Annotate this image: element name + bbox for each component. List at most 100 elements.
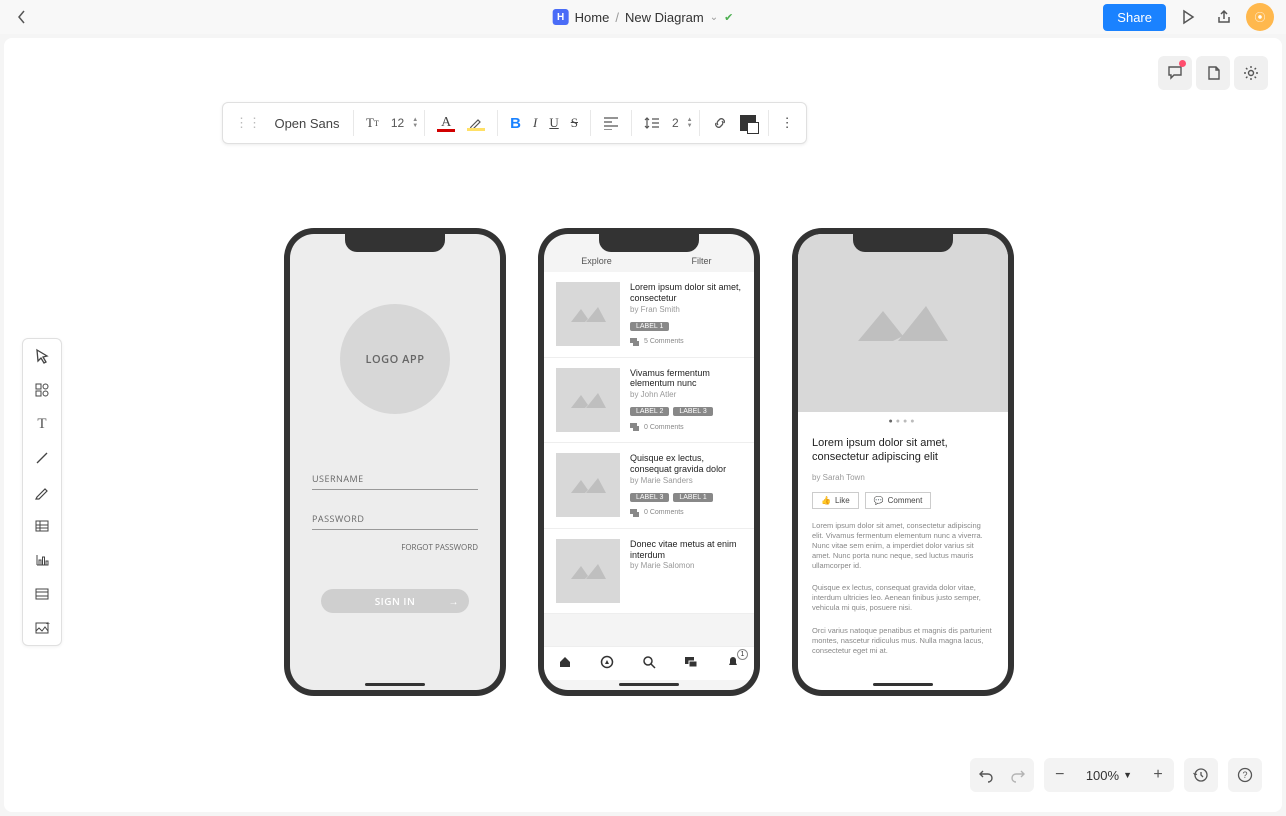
feed-comments: 0 Comments <box>630 508 742 518</box>
canvas-tools-panel <box>1158 56 1268 90</box>
feed-thumbnail <box>556 282 620 346</box>
app-logo-icon: H <box>553 9 569 25</box>
nav-chat-icon <box>684 655 698 672</box>
detail-para-3: Orci varius natoque penatibus et magnis … <box>812 626 994 656</box>
forgot-password-link: FORGOT PASSWORD <box>312 542 478 553</box>
phone-frame-detail[interactable]: ●●●● Lorem ipsum dolor sit amet, consect… <box>792 228 1014 696</box>
feed-thumbnail <box>556 453 620 517</box>
shape-tools-panel: T + <box>22 338 62 646</box>
svg-text:?: ? <box>1242 770 1247 780</box>
chevron-down-icon[interactable]: ⌄ <box>710 12 718 23</box>
detail-hero-image <box>798 234 1008 412</box>
chevron-down-icon: ▼ <box>1123 770 1132 780</box>
logo-placeholder: LOGO APP <box>340 304 450 414</box>
user-avatar[interactable]: ⦿ <box>1246 3 1274 31</box>
phone-frame-login[interactable]: LOGO APP USERNAME PASSWORD FORGOT PASSWO… <box>284 228 506 696</box>
tab-explore: Explore <box>544 256 649 266</box>
canvas[interactable]: ⋮⋮ Open Sans TT 12 ▲▼ A B I U S 2 ▲▼ <box>4 38 1282 812</box>
share-button[interactable]: Share <box>1103 4 1166 31</box>
feed-label: LABEL 1 <box>673 493 712 502</box>
table-tool-icon[interactable] <box>23 509 61 543</box>
nav-explore-icon <box>600 655 614 672</box>
carousel-dots: ●●●● <box>798 412 1008 431</box>
help-button[interactable]: ? <box>1228 758 1262 792</box>
nav-bell-icon: 1 <box>726 655 740 672</box>
settings-gear-icon[interactable] <box>1234 56 1268 90</box>
line-tool-icon[interactable] <box>23 441 61 475</box>
font-size-icon: TT <box>360 107 385 139</box>
bottom-nav: 1 <box>544 646 754 680</box>
feed-list: Lorem ipsum dolor sit amet, consectetur … <box>544 272 754 614</box>
phone-frame-feed[interactable]: Explore Filter Lorem ipsum dolor sit ame… <box>538 228 760 696</box>
font-family-select[interactable]: Open Sans <box>267 107 347 139</box>
feed-comments: 0 Comments <box>630 422 742 432</box>
feed-title: Donec vitae metus at enim interdum <box>630 539 742 561</box>
text-tool-icon[interactable]: T <box>23 407 61 441</box>
redo-button[interactable] <box>1002 758 1034 792</box>
zoom-in-button[interactable]: + <box>1142 758 1174 792</box>
svg-text:+: + <box>46 621 50 628</box>
text-toolbar: ⋮⋮ Open Sans TT 12 ▲▼ A B I U S 2 ▲▼ <box>222 102 807 144</box>
feed-author: by John Atler <box>630 390 742 399</box>
detail-para-2: Quisque ex lectus, consequat gravida dol… <box>812 583 994 613</box>
feed-label: LABEL 1 <box>630 322 669 331</box>
font-size-stepper[interactable]: ▲▼ <box>412 117 418 129</box>
feed-thumbnail <box>556 539 620 603</box>
breadcrumb-sep: / <box>615 10 619 25</box>
bold-button[interactable]: B <box>504 107 527 139</box>
nav-home-icon <box>558 655 572 672</box>
select-tool-icon[interactable] <box>23 339 61 373</box>
feed-label: LABEL 3 <box>630 493 669 502</box>
present-play-icon[interactable] <box>1174 3 1202 31</box>
zoom-level[interactable]: 100%▼ <box>1076 768 1142 783</box>
feed-author: by Fran Smith <box>630 305 742 314</box>
signin-label: SIGN IN <box>375 594 416 608</box>
font-size-input[interactable]: 12 <box>385 107 410 139</box>
more-options-icon[interactable]: ⋮ <box>775 107 800 139</box>
fill-color-button[interactable] <box>734 107 762 139</box>
detail-author: by Sarah Town <box>812 473 994 482</box>
feed-comments: 5 Comments <box>630 337 742 347</box>
feed-item: Quisque ex lectus, consequat gravida dol… <box>544 443 754 529</box>
breadcrumb-home[interactable]: Home <box>575 10 610 25</box>
breadcrumb-doc[interactable]: New Diagram <box>625 10 704 25</box>
feed-thumbnail <box>556 368 620 432</box>
tab-filter: Filter <box>649 256 754 266</box>
shapes-tool-icon[interactable] <box>23 373 61 407</box>
strikethrough-button[interactable]: S <box>565 107 584 139</box>
notification-dot <box>1179 60 1186 67</box>
line-height-stepper[interactable]: ▲▼ <box>687 117 693 129</box>
link-button[interactable] <box>706 107 734 139</box>
mockup-phones: LOGO APP USERNAME PASSWORD FORGOT PASSWO… <box>284 228 1014 696</box>
back-button[interactable] <box>12 7 32 27</box>
line-height-input[interactable]: 2 <box>666 107 685 139</box>
pen-tool-icon[interactable] <box>23 475 61 509</box>
export-icon[interactable] <box>1210 3 1238 31</box>
saved-check-icon: ✔ <box>724 11 733 24</box>
feed-author: by Marie Sanders <box>630 476 742 485</box>
history-button[interactable] <box>1184 758 1218 792</box>
italic-button[interactable]: I <box>527 107 543 139</box>
username-field: USERNAME <box>312 472 478 490</box>
feed-title: Quisque ex lectus, consequat gravida dol… <box>630 453 742 475</box>
line-height-icon <box>638 107 666 139</box>
thumbs-up-icon: 👍 <box>821 496 831 505</box>
zoom-out-button[interactable]: − <box>1044 758 1076 792</box>
highlight-color-button[interactable] <box>461 107 491 139</box>
comments-button[interactable] <box>1158 56 1192 90</box>
image-tool-icon[interactable]: + <box>23 611 61 645</box>
arrow-right-icon: → <box>449 594 460 608</box>
frame-tool-icon[interactable] <box>23 577 61 611</box>
chart-tool-icon[interactable] <box>23 543 61 577</box>
align-button[interactable] <box>597 107 625 139</box>
undo-button[interactable] <box>970 758 1002 792</box>
signin-button: SIGN IN → <box>321 589 469 613</box>
password-field: PASSWORD <box>312 512 478 530</box>
comment-icon: 💬 <box>874 496 884 505</box>
drag-handle-icon[interactable]: ⋮⋮ <box>229 107 267 139</box>
text-color-button[interactable]: A <box>431 107 461 139</box>
feed-author: by Marie Salomon <box>630 561 742 570</box>
pages-button[interactable] <box>1196 56 1230 90</box>
underline-button[interactable]: U <box>543 107 564 139</box>
detail-title: Lorem ipsum dolor sit amet, consectetur … <box>812 437 994 465</box>
